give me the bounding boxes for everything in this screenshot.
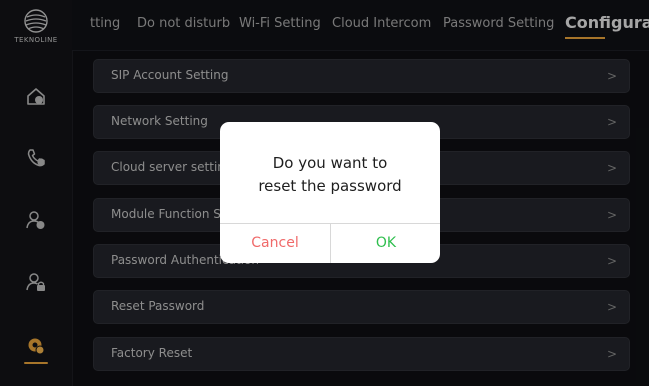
cancel-button[interactable]: Cancel — [220, 223, 330, 263]
ok-button[interactable]: OK — [331, 223, 440, 263]
dialog-message-line1: Do you want to — [272, 154, 388, 172]
dialog-message: Do you want to reset the password — [220, 152, 440, 198]
dialog-message-line2: reset the password — [258, 177, 402, 195]
confirm-dialog: Do you want to reset the password Cancel… — [220, 122, 440, 263]
